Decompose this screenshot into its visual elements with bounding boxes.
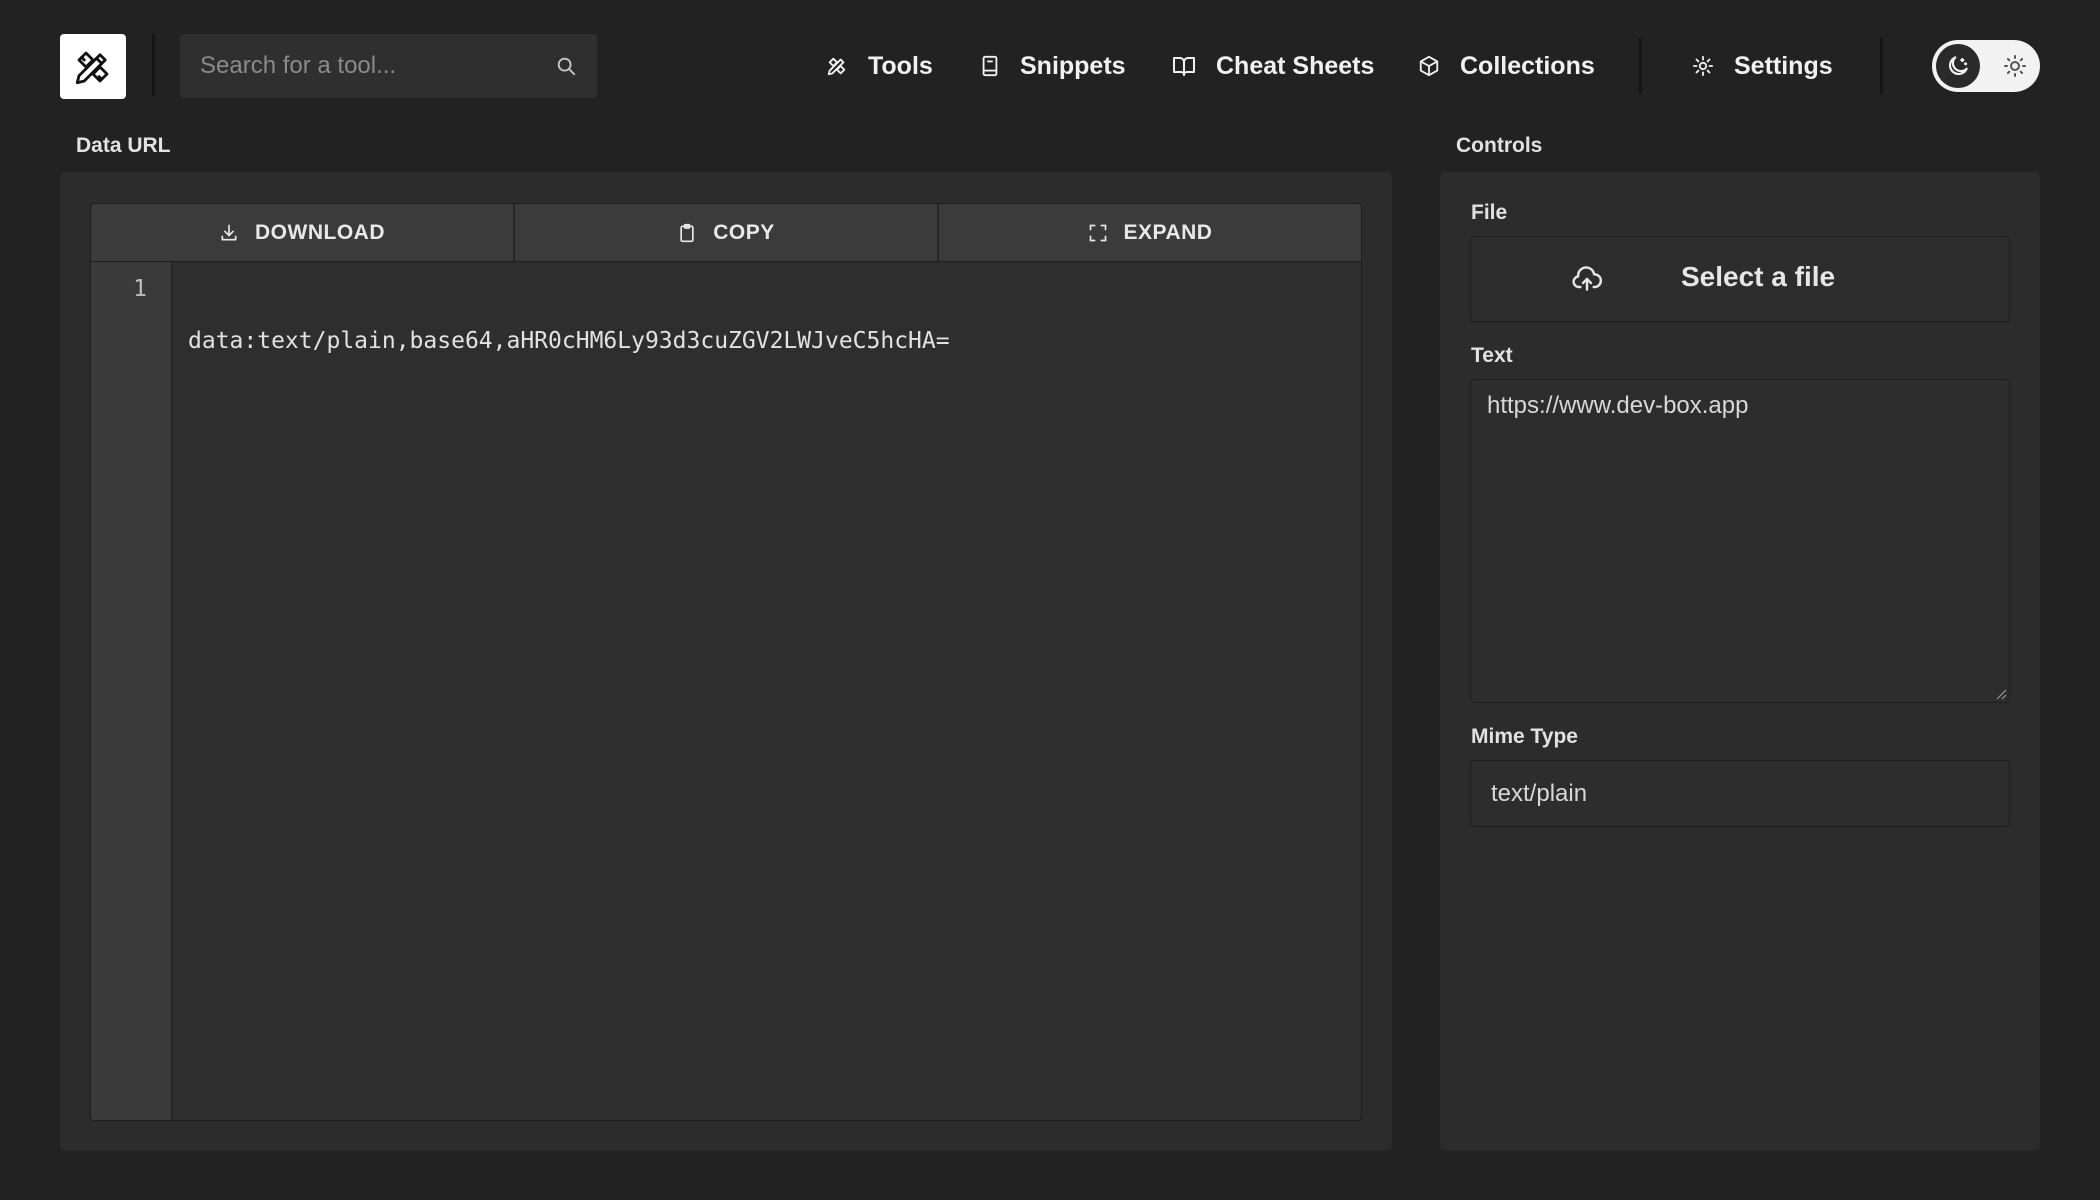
text-label: Text — [1471, 344, 1513, 367]
theme-toggle-knob — [1936, 44, 1980, 88]
editor-toolbar: DOWNLOAD COPY EXPAND — [91, 204, 1361, 262]
expand-label: EXPAND — [1123, 220, 1213, 244]
copy-button[interactable]: COPY — [515, 204, 939, 261]
search-icon[interactable] — [555, 55, 577, 77]
nav-collections[interactable]: Collections — [1418, 44, 1595, 88]
snippet-book-icon — [982, 55, 998, 77]
output-title: Data URL — [76, 134, 171, 157]
theme-divider — [1880, 38, 1883, 94]
app-logo[interactable] — [60, 34, 126, 99]
mime-type-label: Mime Type — [1471, 725, 1578, 748]
nav-collections-label: Collections — [1460, 51, 1595, 80]
copy-label: COPY — [713, 220, 775, 244]
nav-snippets-label: Snippets — [1020, 51, 1126, 80]
nav-snippets[interactable]: Snippets — [980, 44, 1126, 88]
box-icon — [1419, 55, 1439, 77]
tools-logo-icon — [75, 51, 109, 84]
nav-divider — [1639, 38, 1642, 94]
line-number: 1 — [133, 276, 147, 302]
expand-button[interactable]: EXPAND — [939, 204, 1361, 261]
download-icon — [221, 224, 237, 240]
expand-icon — [1089, 224, 1106, 241]
resize-grip-icon[interactable] — [1995, 688, 2007, 700]
code-content[interactable]: data:text/plain,base64,aHR0cHM6Ly93d3cuZ… — [172, 262, 1361, 1120]
line-number-gutter: 1 — [91, 262, 172, 1120]
select-file-button[interactable]: Select a file — [1470, 236, 2010, 322]
code-editor[interactable]: DOWNLOAD COPY EXPAND 1 data:text/plain,b… — [90, 203, 1362, 1121]
text-input[interactable]: https://www.dev-box.app — [1470, 379, 2010, 703]
nav-cheat-sheets-label: Cheat Sheets — [1216, 51, 1375, 80]
search-box[interactable] — [180, 34, 597, 98]
nav-settings[interactable]: Settings — [1692, 44, 1833, 88]
cloud-upload-icon — [1571, 263, 1603, 300]
search-input[interactable] — [200, 52, 555, 80]
theme-toggle[interactable] — [1932, 40, 2040, 92]
open-book-icon — [1173, 57, 1195, 76]
nav-settings-label: Settings — [1734, 51, 1833, 80]
nav-tools-label: Tools — [868, 51, 933, 80]
moon-icon — [1948, 56, 1968, 76]
clipboard-icon — [680, 223, 694, 242]
editor-body[interactable]: 1 data:text/plain,base64,aHR0cHM6Ly93d3c… — [91, 262, 1361, 1120]
code-line[interactable]: data:text/plain,base64,aHR0cHM6Ly93d3cuZ… — [188, 328, 1345, 354]
select-file-label: Select a file — [1681, 261, 1836, 292]
tools-icon — [827, 57, 846, 76]
header-divider — [152, 34, 155, 96]
gear-icon — [1692, 55, 1714, 77]
sun-icon — [2002, 53, 2028, 79]
download-label: DOWNLOAD — [255, 220, 385, 244]
mime-type-input[interactable] — [1470, 760, 2010, 827]
file-label: File — [1471, 201, 1508, 224]
controls-title: Controls — [1456, 134, 1543, 157]
nav-tools[interactable]: Tools — [826, 44, 933, 88]
download-button[interactable]: DOWNLOAD — [91, 204, 515, 261]
nav-cheat-sheets[interactable]: Cheat Sheets — [1172, 44, 1374, 88]
